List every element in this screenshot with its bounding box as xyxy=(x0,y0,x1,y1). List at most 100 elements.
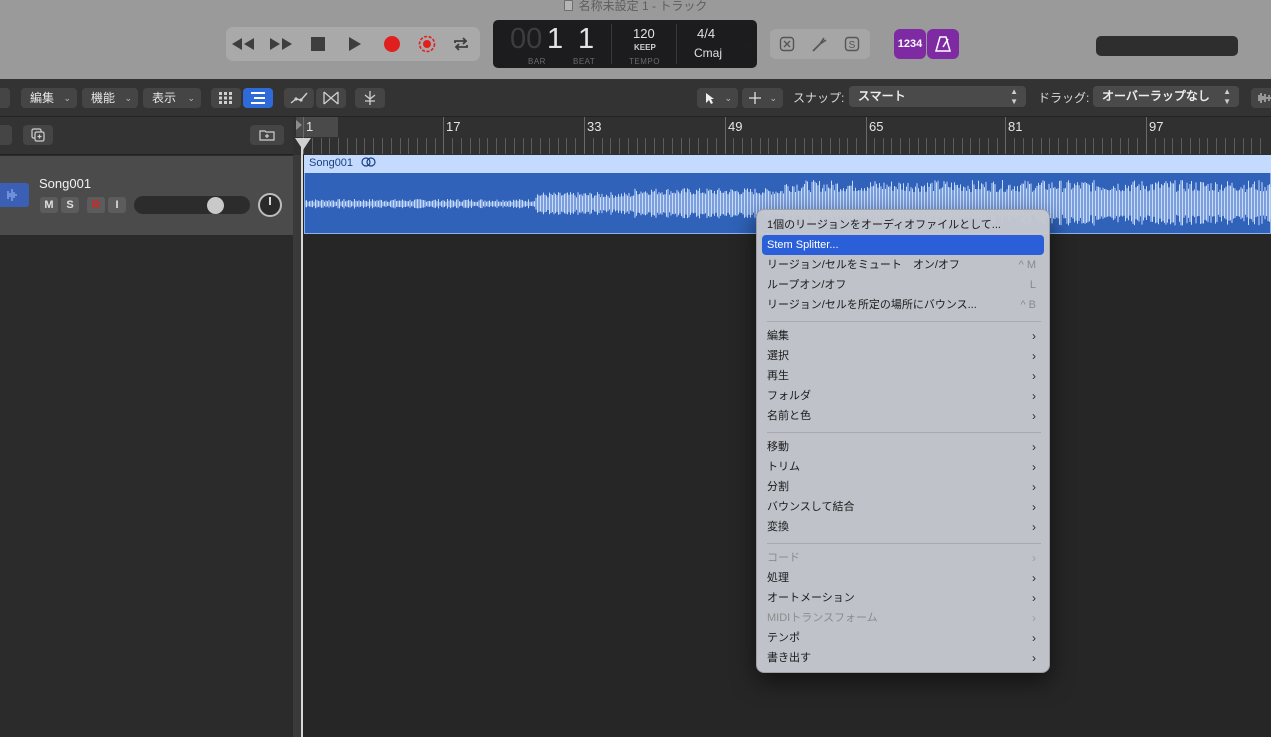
menu-item-name-and-color[interactable]: 名前と色 › xyxy=(762,406,1044,426)
ruler-tick xyxy=(1093,138,1094,154)
toolbar-left-stub[interactable] xyxy=(0,88,10,108)
ruler-tick xyxy=(786,138,787,154)
chevron-down-icon: ⌄ xyxy=(769,93,777,103)
ruler-tick xyxy=(1014,138,1015,154)
mute-button[interactable]: M xyxy=(40,197,58,213)
submenu-arrow-icon: › xyxy=(1032,520,1036,534)
menu-item-loop-toggle[interactable]: ループオン/オフ L xyxy=(762,275,1044,295)
ruler-tick xyxy=(900,138,901,154)
marquee-tool-menu[interactable]: ⌄ xyxy=(742,88,783,108)
s-box-button[interactable]: S xyxy=(835,27,869,61)
menu-item-automation[interactable]: オートメーション › xyxy=(762,588,1044,608)
close-box-button[interactable] xyxy=(770,27,804,61)
pointer-tool-menu[interactable]: ⌄ xyxy=(697,88,738,108)
track-name[interactable]: Song001 xyxy=(39,176,91,191)
drag-select[interactable]: オーバーラップなし ▲ ▼ xyxy=(1093,86,1239,107)
menu-item-edit[interactable]: 編集 › xyxy=(762,326,1044,346)
lcd-time-signature: 4/4 xyxy=(697,26,716,41)
grid-view-button[interactable] xyxy=(211,88,241,108)
pan-knob[interactable] xyxy=(258,193,282,217)
ruler-scroll-arrow-icon[interactable] xyxy=(295,119,303,131)
lcd-bar: 1 xyxy=(547,23,564,55)
count-in-label: 1234 xyxy=(897,38,923,50)
play-button[interactable] xyxy=(338,27,372,61)
playhead-handle-icon[interactable] xyxy=(294,137,312,151)
menu-item-label: リージョン/セルをミュート オン/オフ xyxy=(767,259,960,271)
menu-item-bounce-in-place[interactable]: リージョン/セルを所定の場所にバウンス... ^ B xyxy=(762,295,1044,315)
ruler-tick xyxy=(698,138,699,154)
lcd-display[interactable]: 00 1 1 BAR BEAT 120 KEEP TEMPO 4/4 Cmaj xyxy=(493,20,757,68)
lcd-menu-button[interactable] xyxy=(740,38,754,56)
ruler-tick xyxy=(645,138,646,154)
bar-ruler[interactable] xyxy=(293,117,1271,155)
fast-forward-icon xyxy=(270,38,292,50)
ruler-tick xyxy=(1181,138,1182,154)
bar-number: 17 xyxy=(446,119,461,134)
count-in-button[interactable]: 1234 xyxy=(894,29,926,59)
capture-record-button[interactable] xyxy=(410,27,444,61)
catch-button[interactable] xyxy=(355,88,385,108)
volume-fader[interactable] xyxy=(134,196,250,214)
automation-button[interactable] xyxy=(284,88,314,108)
duplicate-track-button[interactable] xyxy=(23,125,53,145)
tuning-fork-icon xyxy=(812,37,827,52)
waveform-zoom-button[interactable] xyxy=(1251,88,1271,108)
ruler-tick xyxy=(751,138,752,154)
stop-icon xyxy=(311,37,325,51)
ruler-tick xyxy=(505,138,506,154)
solo-button[interactable]: S xyxy=(61,197,79,213)
automation-curve-icon xyxy=(290,92,308,104)
ruler-tick xyxy=(1260,138,1261,154)
menu-item-select[interactable]: 選択 › xyxy=(762,346,1044,366)
new-folder-button[interactable] xyxy=(250,125,284,145)
view-menu-button[interactable]: 表示 ⌄ xyxy=(143,88,201,108)
menu-item-playback[interactable]: 再生 › xyxy=(762,366,1044,386)
ruler-tick xyxy=(988,138,989,154)
snap-select[interactable]: スマート ▲ ▼ xyxy=(849,86,1026,107)
tuning-fork-button[interactable] xyxy=(803,27,837,61)
submenu-arrow-icon: › xyxy=(1032,480,1036,494)
lcd-beat-caption: BEAT xyxy=(573,57,596,66)
menu-item-stem-splitter[interactable]: Stem Splitter... xyxy=(762,235,1044,255)
lcd-tempo-caption: TEMPO xyxy=(629,57,660,66)
menu-item-bounce-and-join[interactable]: バウンスして結合 › xyxy=(762,497,1044,517)
ruler-tick xyxy=(1251,138,1252,154)
list-view-button[interactable] xyxy=(243,88,273,108)
flex-button[interactable] xyxy=(316,88,346,108)
menu-item-trim[interactable]: トリム › xyxy=(762,457,1044,477)
metronome-button[interactable] xyxy=(927,29,959,59)
menu-item-export-region-audio[interactable]: 1個のリージョンをオーディオファイルとして... xyxy=(762,215,1044,235)
add-track-button[interactable] xyxy=(0,125,12,145)
edit-menu-button[interactable]: 編集 ⌄ xyxy=(21,88,77,108)
menu-item-tempo[interactable]: テンポ › xyxy=(762,628,1044,648)
ruler-tick xyxy=(760,138,761,154)
menu-item-midi-transform: MIDIトランスフォーム › xyxy=(762,608,1044,628)
edit-menu-label: 編集 xyxy=(30,91,55,105)
window-title: 名称未設定 1 - トラック xyxy=(0,0,1271,14)
ruler-tick xyxy=(654,138,655,154)
menu-item-export[interactable]: 書き出す › xyxy=(762,648,1044,668)
fast-forward-button[interactable] xyxy=(264,27,298,61)
volume-fader-knob[interactable] xyxy=(207,197,224,214)
menu-item-convert[interactable]: 変換 › xyxy=(762,517,1044,537)
input-monitor-button[interactable]: I xyxy=(108,197,126,213)
ruler-tick xyxy=(804,138,805,154)
ruler-tick xyxy=(830,138,831,154)
record-enable-button[interactable]: R xyxy=(87,197,105,213)
region-header[interactable] xyxy=(304,155,1271,173)
submenu-arrow-icon: › xyxy=(1032,369,1036,383)
menu-item-process[interactable]: 処理 › xyxy=(762,568,1044,588)
cycle-button[interactable] xyxy=(444,27,478,61)
playhead[interactable] xyxy=(301,138,303,737)
function-menu-button[interactable]: 機能 ⌄ xyxy=(82,88,138,108)
ruler-tick xyxy=(1120,138,1121,154)
rewind-button[interactable] xyxy=(226,27,260,61)
stop-button[interactable] xyxy=(301,27,335,61)
cpu-meter[interactable] xyxy=(1096,36,1238,56)
menu-item-folder[interactable]: フォルダ › xyxy=(762,386,1044,406)
menu-item-split[interactable]: 分割 › xyxy=(762,477,1044,497)
menu-item-mute-toggle[interactable]: リージョン/セルをミュート オン/オフ ^ M xyxy=(762,255,1044,275)
ruler-tick xyxy=(610,138,611,154)
record-button[interactable] xyxy=(375,27,409,61)
menu-item-move[interactable]: 移動 › xyxy=(762,437,1044,457)
